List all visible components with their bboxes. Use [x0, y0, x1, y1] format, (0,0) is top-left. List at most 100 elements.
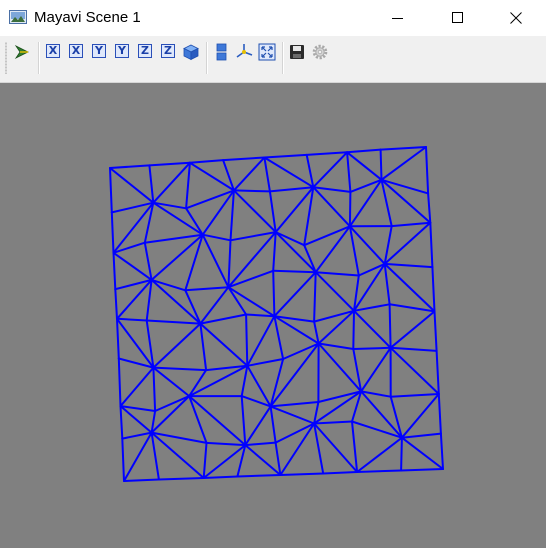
- mesh-edge: [389, 393, 440, 398]
- mesh-edge: [152, 322, 202, 369]
- view-x-minus-button[interactable]: X: [69, 44, 83, 58]
- view-z-minus-button[interactable]: Z: [161, 44, 175, 58]
- mesh-edge: [435, 349, 440, 395]
- mesh-edge: [390, 221, 432, 228]
- mesh-edge: [272, 231, 277, 272]
- mesh-edge: [314, 271, 355, 312]
- mesh-edge: [232, 156, 266, 192]
- mesh-edge: [352, 346, 392, 350]
- view-x-plus-button[interactable]: X: [46, 44, 60, 58]
- mesh-edge: [121, 437, 125, 482]
- view-z-plus-button[interactable]: Z: [138, 44, 152, 58]
- mesh-edge: [353, 309, 392, 349]
- mesh-edge: [112, 251, 153, 281]
- mesh-edge: [279, 472, 325, 476]
- mesh-edge: [431, 266, 436, 313]
- mesh-edge: [240, 364, 249, 398]
- mesh-edge: [201, 233, 232, 242]
- mesh-edge: [232, 189, 277, 234]
- title-bar: Mayavi Scene 1: [0, 0, 546, 36]
- pipeline-icon[interactable]: [13, 43, 31, 61]
- mesh-edge: [152, 161, 191, 204]
- mesh-edge: [112, 251, 117, 291]
- scene-viewport[interactable]: [0, 83, 546, 548]
- mesh-edge: [379, 146, 427, 151]
- mesh-edge: [121, 431, 153, 440]
- mesh-edge: [356, 436, 403, 473]
- mesh-edge: [360, 346, 392, 393]
- mesh-edge: [205, 441, 247, 447]
- mesh-edge: [273, 315, 320, 345]
- mesh-edge: [119, 366, 155, 408]
- app-icon: [9, 10, 27, 24]
- mesh-edge: [116, 278, 153, 320]
- mesh-edge: [201, 233, 230, 289]
- mesh-edge: [184, 289, 202, 325]
- full-screen-icon[interactable]: [258, 43, 276, 61]
- mesh-edge: [157, 477, 205, 481]
- mesh-edge: [152, 366, 191, 398]
- mesh-edge: [400, 393, 440, 439]
- mesh-edge: [269, 405, 277, 444]
- toolbar-separator: [38, 42, 40, 74]
- mesh-edge: [388, 303, 392, 349]
- mesh-edge: [351, 420, 359, 473]
- mesh-edge: [352, 309, 355, 350]
- mesh-edge: [150, 431, 208, 444]
- mesh-edge: [263, 156, 315, 189]
- mesh-edge: [246, 358, 285, 367]
- mesh-edge: [185, 161, 191, 210]
- axes-indicator-icon[interactable]: [235, 43, 253, 61]
- mesh-edge: [227, 239, 232, 289]
- mesh-edge: [109, 167, 155, 204]
- mesh-edge: [227, 286, 248, 316]
- parallel-projection-icon[interactable]: [213, 43, 231, 61]
- mesh-edge: [383, 262, 434, 269]
- mesh-edge: [150, 431, 205, 479]
- mesh-edge: [389, 310, 436, 349]
- mesh-edge: [273, 315, 285, 360]
- mesh-edge: [400, 436, 403, 472]
- mesh-edge: [263, 156, 271, 193]
- mesh-edge: [356, 469, 403, 473]
- toolbar-grip[interactable]: [5, 42, 7, 74]
- minimize-button[interactable]: [368, 0, 428, 36]
- mesh-edge: [379, 148, 383, 181]
- close-button[interactable]: [486, 0, 546, 36]
- mesh-edge: [184, 286, 230, 292]
- save-icon[interactable]: [288, 43, 306, 61]
- mesh-edge: [227, 286, 276, 318]
- mesh-edge: [152, 366, 208, 372]
- mesh-edge: [439, 432, 444, 470]
- maximize-button[interactable]: [428, 0, 488, 36]
- mesh-edge: [148, 164, 155, 204]
- mesh-edge: [232, 189, 271, 193]
- mesh-edge: [244, 405, 272, 447]
- mesh-edge: [154, 395, 191, 412]
- settings-icon[interactable]: [311, 43, 329, 61]
- mesh-edge: [116, 317, 148, 322]
- mesh-edge: [313, 420, 353, 425]
- view-y-plus-button[interactable]: Y: [92, 44, 106, 58]
- mesh-edge: [236, 474, 282, 478]
- mesh-edge: [273, 271, 317, 318]
- mesh-edge: [314, 271, 360, 277]
- view-y-minus-button[interactable]: Y: [115, 44, 129, 58]
- mesh-edge: [400, 468, 444, 472]
- mesh-edge: [400, 436, 444, 470]
- mesh-edge: [152, 366, 157, 412]
- mesh-edge: [272, 269, 276, 318]
- mesh-edge: [244, 444, 282, 476]
- mesh-edge: [222, 156, 266, 162]
- maximize-icon: [452, 12, 463, 23]
- mesh-edge: [274, 231, 317, 274]
- mesh-edge: [274, 231, 306, 247]
- mesh-edge: [427, 192, 432, 224]
- isometric-view-icon[interactable]: [182, 43, 200, 61]
- mesh-edge: [272, 269, 317, 274]
- mesh-edge: [389, 346, 440, 395]
- mesh-edge: [263, 153, 308, 159]
- mesh-edge: [348, 190, 352, 228]
- mesh-edge: [383, 262, 391, 306]
- mesh-edge: [400, 432, 442, 439]
